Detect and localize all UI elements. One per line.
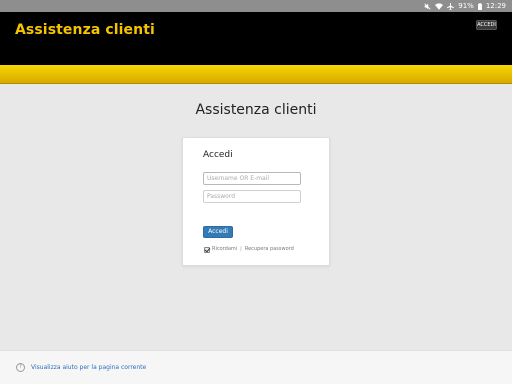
header-yellow-band	[0, 65, 512, 84]
airplane-icon	[447, 2, 455, 10]
battery-icon	[477, 2, 482, 10]
username-input[interactable]	[203, 172, 301, 185]
login-card: Accedi Accedi Ricordami | Recupera passw…	[182, 137, 330, 266]
status-icons: 91% 12:29	[424, 1, 506, 11]
app-title: Assistenza clienti	[15, 22, 155, 38]
mute-icon	[424, 2, 431, 10]
clock: 12:29	[485, 2, 506, 10]
remember-label[interactable]: Ricordami	[212, 246, 237, 253]
page-title: Assistenza clienti	[195, 102, 317, 118]
login-submit-button[interactable]: Accedi	[203, 226, 233, 238]
password-input[interactable]	[203, 190, 301, 203]
battery-percent: 91%	[458, 2, 474, 10]
app-header: Assistenza clienti ACCEDI	[0, 12, 512, 65]
header-login-button[interactable]: ACCEDI	[476, 20, 497, 30]
remember-checkbox[interactable]	[204, 246, 210, 253]
status-bar: 91% 12:29	[0, 0, 512, 12]
remember-row: Ricordami | Recupera password	[204, 246, 294, 253]
help-icon[interactable]: ?	[16, 363, 25, 372]
footer: ? Visualizza aiuto per la pagina corrent…	[0, 350, 512, 384]
separator: |	[240, 246, 242, 252]
recover-password-link[interactable]: Recupera password	[245, 246, 294, 253]
wifi-icon	[435, 2, 444, 10]
login-heading: Accedi	[203, 150, 233, 160]
help-link[interactable]: Visualizza aiuto per la pagina corrente	[31, 364, 146, 371]
